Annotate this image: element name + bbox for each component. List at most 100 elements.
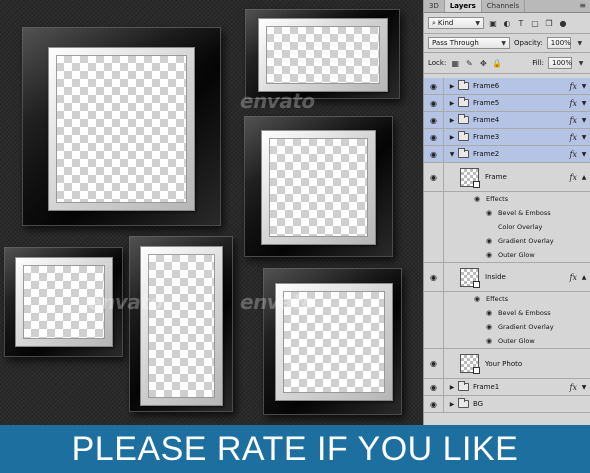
type-filter-icon[interactable]: T — [516, 18, 526, 28]
visibility-eye-icon[interactable]: ◉ — [472, 295, 482, 303]
chevron-down-icon[interactable]: ▼ — [580, 100, 588, 107]
visibility-eye-icon[interactable]: ◉ — [472, 195, 482, 203]
lock-image-icon[interactable]: ✎ — [464, 58, 474, 68]
filter-kind-select[interactable]: ⌕ Kind ▼ — [428, 17, 484, 29]
pixel-filter-icon[interactable]: ▣ — [488, 18, 498, 28]
frame-mat — [140, 246, 223, 406]
tab-layers[interactable]: Layers — [444, 0, 482, 12]
photo-placeholder — [148, 254, 215, 398]
fx-icon: fx — [569, 98, 577, 108]
rate-banner: PLEASE RATE IF YOU LIKE — [0, 425, 590, 473]
effects-row[interactable]: ◉ Effects — [424, 192, 590, 206]
chevron-down-icon[interactable]: ▼ — [580, 117, 588, 124]
visibility-eye-icon[interactable]: ◉ — [424, 78, 444, 94]
expand-arrow-icon[interactable]: ▶ — [448, 83, 456, 90]
visibility-eye-icon[interactable]: ◉ — [484, 237, 494, 245]
visibility-eye-icon[interactable]: ◉ — [424, 95, 444, 111]
collapse-arrow-icon[interactable]: ▼ — [448, 151, 456, 158]
visibility-eye-icon[interactable]: ◉ — [424, 379, 444, 395]
effect-item[interactable]: ◉ Bevel & Emboss — [424, 206, 590, 220]
effect-item[interactable]: ◉ Bevel & Emboss — [424, 306, 590, 320]
opacity-field[interactable]: 100% — [546, 37, 571, 49]
fx-icon: fx — [569, 272, 577, 282]
visibility-eye-icon[interactable]: ◉ — [424, 112, 444, 128]
frame-mat — [275, 283, 393, 401]
fx-icon: fx — [569, 172, 577, 182]
effect-item[interactable]: Color Overlay — [424, 220, 590, 234]
visibility-eye-icon[interactable]: ◉ — [484, 323, 494, 331]
frame-mat — [15, 257, 113, 347]
lock-label: Lock: — [428, 59, 447, 67]
visibility-eye-icon[interactable]: ◉ — [424, 396, 444, 412]
photo-frame — [129, 236, 233, 412]
shape-filter-icon[interactable]: ▢ — [530, 18, 540, 28]
chevron-up-icon[interactable]: ▲ — [580, 174, 588, 181]
visibility-eye-icon[interactable]: ◉ — [424, 349, 444, 378]
layer-frame5[interactable]: ◉ ▶ Frame5 fx ▼ — [424, 95, 590, 112]
photo-placeholder — [23, 265, 105, 339]
fx-icon: fx — [569, 115, 577, 125]
layer-frame3[interactable]: ◉ ▶ Frame3 fx ▼ — [424, 129, 590, 146]
layer-bg[interactable]: ◉ ▶ BG — [424, 396, 590, 413]
layer-frame2[interactable]: ◉ ▼ Frame2 fx ▼ — [424, 146, 590, 163]
expand-arrow-icon[interactable]: ▶ — [448, 384, 456, 391]
chevron-down-icon[interactable]: ▼ — [580, 134, 588, 141]
photo-placeholder — [266, 26, 380, 84]
lock-transparent-icon[interactable]: ▦ — [450, 58, 460, 68]
layer-frame[interactable]: ◉ Frame fx ▲ — [424, 163, 590, 192]
folder-icon — [458, 131, 469, 141]
frame-mat — [258, 18, 388, 92]
fx-icon: fx — [569, 81, 577, 91]
photo-frame — [244, 116, 393, 257]
visibility-eye-icon[interactable]: ◉ — [484, 251, 494, 259]
visibility-eye-icon[interactable]: ◉ — [424, 146, 444, 162]
expand-arrow-icon[interactable]: ▶ — [448, 117, 456, 124]
effect-item[interactable]: ◉ Outer Glow — [424, 248, 590, 263]
canvas-area[interactable]: envato envato envato — [0, 0, 423, 425]
layers-list: ◉ ▶ Frame6 fx ▼ ◉ ▶ Frame5 fx ▼ ◉ ▶ Fram… — [424, 78, 590, 425]
chevron-down-icon[interactable]: ▼ — [580, 384, 588, 391]
visibility-eye-icon[interactable]: ◉ — [424, 129, 444, 145]
tab-channels[interactable]: Channels — [482, 0, 526, 12]
fx-icon: fx — [569, 382, 577, 392]
layer-frame6[interactable]: ◉ ▶ Frame6 fx ▼ — [424, 78, 590, 95]
fill-field[interactable]: 100% — [548, 57, 572, 69]
effect-item[interactable]: ◉ Outer Glow — [424, 334, 590, 349]
layer-frame1[interactable]: ◉ ▶ Frame1 fx ▼ — [424, 379, 590, 396]
chevron-up-icon[interactable]: ▲ — [580, 274, 588, 281]
expand-arrow-icon[interactable]: ▶ — [448, 100, 456, 107]
visibility-eye-icon[interactable]: ◉ — [424, 263, 444, 291]
lock-all-icon[interactable]: 🔒 — [492, 58, 502, 68]
folder-icon — [458, 97, 469, 107]
expand-arrow-icon[interactable]: ▶ — [448, 134, 456, 141]
folder-icon — [458, 381, 469, 391]
effects-row[interactable]: ◉ Effects — [424, 292, 590, 306]
search-icon: ⌕ — [432, 18, 436, 27]
fx-icon: fx — [569, 149, 577, 159]
lock-position-icon[interactable]: ✥ — [478, 58, 488, 68]
visibility-eye-icon[interactable]: ◉ — [484, 337, 494, 345]
filter-toggle-icon[interactable]: ● — [558, 18, 568, 28]
layer-frame4[interactable]: ◉ ▶ Frame4 fx ▼ — [424, 112, 590, 129]
chevron-down-icon[interactable]: ▼ — [576, 58, 586, 68]
photo-placeholder — [269, 138, 368, 237]
blend-mode-select[interactable]: Pass Through ▼ — [428, 37, 510, 49]
smart-object-filter-icon[interactable]: ❐ — [544, 18, 554, 28]
folder-icon — [458, 398, 469, 408]
layer-inside[interactable]: ◉ Inside fx ▲ — [424, 263, 590, 292]
tab-3d[interactable]: 3D — [424, 0, 445, 12]
chevron-down-icon[interactable]: ▼ — [575, 38, 585, 48]
effect-item[interactable]: ◉ Gradient Overlay — [424, 320, 590, 334]
visibility-eye-icon[interactable]: ◉ — [484, 309, 494, 317]
layer-your-photo[interactable]: ◉ Your Photo — [424, 349, 590, 379]
effect-item[interactable]: ◉ Gradient Overlay — [424, 234, 590, 248]
frame-mat — [48, 47, 195, 211]
photo-placeholder — [283, 291, 385, 393]
chevron-down-icon[interactable]: ▼ — [580, 83, 588, 90]
chevron-down-icon[interactable]: ▼ — [580, 151, 588, 158]
adjustment-filter-icon[interactable]: ◐ — [502, 18, 512, 28]
expand-arrow-icon[interactable]: ▶ — [448, 401, 456, 408]
panel-menu-icon[interactable]: ≡ — [579, 0, 590, 12]
visibility-eye-icon[interactable]: ◉ — [424, 163, 444, 191]
visibility-eye-icon[interactable]: ◉ — [484, 209, 494, 217]
